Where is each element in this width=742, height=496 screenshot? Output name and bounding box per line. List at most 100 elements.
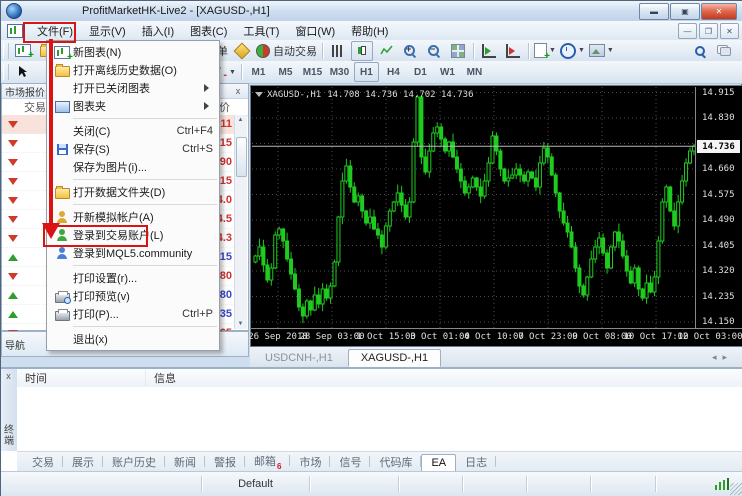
menu-shortcut: Ctrl+S [172,143,213,155]
timeframe-w1-button[interactable]: W1 [435,62,460,82]
file-menu-item[interactable]: 打开数据文件夹(D) [47,183,219,201]
terminal-tab-7[interactable]: 信号 [330,452,370,472]
chart-header-arrow-icon[interactable] [255,92,263,101]
chart-shift-button[interactable] [502,41,524,61]
new-chart-button[interactable] [12,41,34,61]
terminal-tab-6[interactable]: 市场 [290,452,330,472]
market-watch-scrollbar[interactable]: ▲ ▼ [234,115,247,329]
zoom-in-button[interactable]: + [399,41,421,61]
scroll-down-icon[interactable]: ▼ [236,319,245,329]
chart-ohlc: 14.708 14.736 14.702 14.736 [327,90,473,100]
file-menu-item[interactable]: 打开已关闭图表 [47,79,219,97]
line-chart-button[interactable] [375,41,397,61]
time-column-header[interactable]: 时间 [17,370,146,386]
indicators-icon [534,43,547,58]
new-chart-icon [15,44,31,57]
timeframe-h4-button[interactable]: H4 [381,62,406,82]
timeframe-m1-button[interactable]: M1 [246,62,271,82]
file-menu-item[interactable]: 打印(P)...Ctrl+P [47,305,219,323]
terminal-log-area [17,387,742,451]
price-axis[interactable]: 14.91514.83014.66014.57514.49014.40514.3… [695,87,742,329]
window-title: ProfitMarketHK-Live2 - [XAGUSD-,H1] [82,5,270,17]
menu-help[interactable]: 帮助(H) [343,21,396,41]
file-menu-item-label: 登录到MQL5.community [73,245,192,261]
chart-tab-xagusd[interactable]: XAGUSD-,H1 [348,349,441,367]
terminal-tab-0[interactable]: 交易 [23,452,63,472]
chart-tabs-scroll-icons[interactable]: ◂▸ [712,352,733,367]
file-menu-item[interactable]: 开新模拟帐户(A) [47,208,219,226]
file-menu-item[interactable]: 打印预览(v) [47,287,219,305]
terminal-tab-8[interactable]: 代码库 [370,452,421,472]
menu-tools[interactable]: 工具(T) [235,21,287,41]
terminal-close-icon[interactable]: x [3,371,14,382]
terminal-tab-2[interactable]: 账户历史 [103,452,165,472]
app-logo-icon [6,3,22,19]
child-minimize-button[interactable]: — [678,23,697,39]
file-menu-item[interactable]: 保存为图片(i)... [47,158,219,176]
menu-separator [73,118,217,119]
timeframe-m5-button[interactable]: M5 [273,62,298,82]
application-window: ProfitMarketHK-Live2 - [XAGUSD-,H1] ▬ ▣ … [0,0,742,496]
menu-view[interactable]: 显示(V) [81,21,134,41]
terminal-tab-1[interactable]: 展示 [63,452,103,472]
terminal-tab-5[interactable]: 邮箱6 [245,451,290,472]
terminal-tab-label: 代码库 [379,457,412,469]
chart-tab-usdcnh[interactable]: USDCNH-,H1 [252,349,346,367]
child-close-button[interactable]: ✕ [720,23,739,39]
price-up-arrow-icon [8,306,18,318]
file-menu-item[interactable]: 退出(x) [47,330,219,348]
minimize-button[interactable]: ▬ [639,3,669,20]
zoom-out-button[interactable]: − [423,41,445,61]
menu-charts[interactable]: 图表(C) [182,21,235,41]
file-menu-item[interactable]: 保存(S)Ctrl+S [47,140,219,158]
candlestick-chart-button[interactable] [351,41,373,61]
time-axis[interactable]: 26 Sep 201828 Sep 03:001 Oct 15:003 Oct … [251,328,742,346]
close-button[interactable]: ✕ [701,3,737,20]
resize-grip[interactable] [730,483,742,495]
indicators-button[interactable]: ▼ [533,41,557,61]
community-chat-button[interactable] [713,41,735,61]
status-profile-cell[interactable]: Default [202,476,310,492]
chart-header: XAGUSD-,H1 14.708 14.736 14.702 14.736 [255,89,474,101]
toolbar-grip[interactable] [3,43,9,59]
maximize-button[interactable]: ▣ [670,3,700,20]
timeframe-m30-button[interactable]: M30 [327,62,352,82]
file-menu-item[interactable]: 打开离线历史数据(O) [47,61,219,79]
search-button[interactable] [689,41,711,61]
metaeditor-button[interactable] [231,41,253,61]
timeframe-m15-button[interactable]: M15 [300,62,325,82]
toolbar-grip[interactable] [3,64,9,80]
message-column-header[interactable]: 信息 [146,370,176,386]
file-menu-item[interactable]: 关闭(C)Ctrl+F4 [47,122,219,140]
child-restore-button[interactable]: ❐ [699,23,718,39]
cursor-button[interactable] [12,62,34,82]
scroll-up-icon[interactable]: ▲ [236,115,245,125]
auto-scroll-button[interactable] [478,41,500,61]
chart-tabs-bar: USDCNH-,H1 XAGUSD-,H1 ◂▸ [250,347,742,368]
periods-button[interactable]: ▼ [559,41,586,61]
templates-icon [589,44,605,57]
scrollbar-thumb[interactable] [236,137,247,177]
bar-chart-button[interactable] [327,41,349,61]
file-menu-item[interactable]: 图表夹 [47,97,219,115]
file-menu-item[interactable]: 新图表(N) [47,43,219,61]
menu-window[interactable]: 窗口(W) [287,21,343,41]
status-bar: Default [1,471,742,496]
timeframe-h1-button[interactable]: H1 [354,62,379,82]
terminal-tab-3[interactable]: 新闻 [165,452,205,472]
terminal-tab-10[interactable]: 日志 [456,452,496,472]
timeframe-d1-button[interactable]: D1 [408,62,433,82]
price-chart[interactable] [252,87,696,329]
terminal-tab-4[interactable]: 警报 [205,452,245,472]
terminal-tab-ea[interactable]: EA [421,454,456,471]
menu-insert[interactable]: 插入(I) [134,21,182,41]
timeframe-mn-button[interactable]: MN [462,62,487,82]
save-icon [57,144,68,155]
terminal-tab-label: 账户历史 [112,457,156,469]
autotrading-button[interactable]: 自动交易 [255,41,318,61]
templates-button[interactable]: ▼ [588,41,615,61]
file-menu-item[interactable]: 打印设置(r)... [47,269,219,287]
market-watch-close-icon[interactable]: x [231,85,245,98]
tile-windows-button[interactable] [447,41,469,61]
chart-window-icon[interactable] [7,24,23,38]
